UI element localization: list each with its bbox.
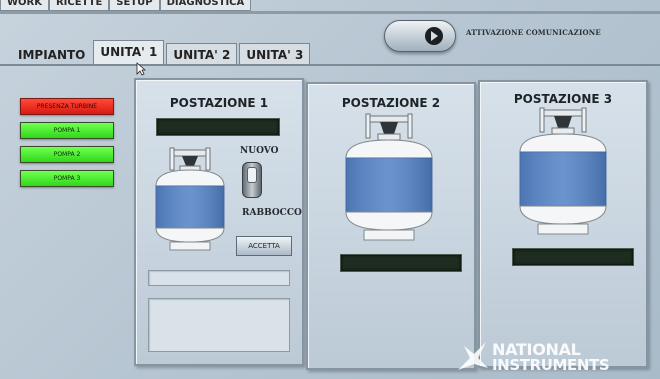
tab-unita-2[interactable]: UNITA' 2 xyxy=(166,43,238,65)
station-3-panel: POSTAZIONE 3 xyxy=(478,80,648,368)
indicator-pompa-2: POMPA 2 xyxy=(20,146,114,163)
station-1-display xyxy=(156,118,280,136)
indicator-pompa-3: POMPA 3 xyxy=(20,170,114,187)
activation-label: ATTIVAZIONE COMUNICAZIONE xyxy=(466,28,601,37)
station-1-title: POSTAZIONE 1 xyxy=(169,96,269,110)
tab-ricette[interactable]: RICETTE xyxy=(48,0,110,11)
tank-icon xyxy=(155,147,225,251)
switch-lever xyxy=(247,167,257,183)
tab-unita-1[interactable]: UNITA' 1 xyxy=(93,40,165,65)
tab-impianto[interactable]: IMPIANTO xyxy=(12,44,91,65)
station-1-input-field[interactable] xyxy=(148,270,290,286)
toggle-label-rabbocco: RABBOCCO xyxy=(242,208,302,218)
logo-text-line2: INSTRUMENTS xyxy=(492,356,610,374)
tab-setup[interactable]: SETUP xyxy=(109,0,160,11)
indicator-pompa-1: POMPA 1 xyxy=(20,122,114,139)
station-2-panel: POSTAZIONE 2 xyxy=(306,82,476,370)
national-instruments-logo: NATIONAL INSTRUMENTS xyxy=(456,334,656,378)
activation-toggle-button[interactable] xyxy=(384,20,456,52)
tab-divider xyxy=(0,64,660,66)
toggle-label-nuovo: NUOVO xyxy=(240,146,279,156)
tank-icon xyxy=(345,113,433,241)
play-arrow-icon xyxy=(431,31,438,41)
tank-icon xyxy=(519,107,607,235)
mouse-cursor-icon xyxy=(136,62,146,76)
station-1-panel: POSTAZIONE 1 NUOVO RABBOCCO ACCETTA xyxy=(134,78,304,366)
tab-work[interactable]: WORK xyxy=(0,0,49,11)
nuovo-rabbocco-switch[interactable] xyxy=(242,162,262,198)
tab-diagnostica[interactable]: DIAGNOSTICA xyxy=(159,0,252,11)
indicator-presenza-turbine: PRESENZA TURBINE xyxy=(20,98,114,115)
unit-tabs: IMPIANTO UNITA' 1 UNITA' 2 UNITA' 3 xyxy=(12,40,312,65)
main-screen: WORK RICETTE SETUP DIAGNOSTICA IMPIANTO … xyxy=(0,0,660,379)
tab-unita-3[interactable]: UNITA' 3 xyxy=(239,43,311,65)
top-divider xyxy=(0,11,660,14)
accetta-button[interactable]: ACCETTA xyxy=(236,236,292,256)
station-3-display xyxy=(512,248,634,266)
eagle-logo-icon xyxy=(458,342,488,370)
station-2-display xyxy=(340,254,462,272)
station-1-message-box xyxy=(148,298,290,352)
